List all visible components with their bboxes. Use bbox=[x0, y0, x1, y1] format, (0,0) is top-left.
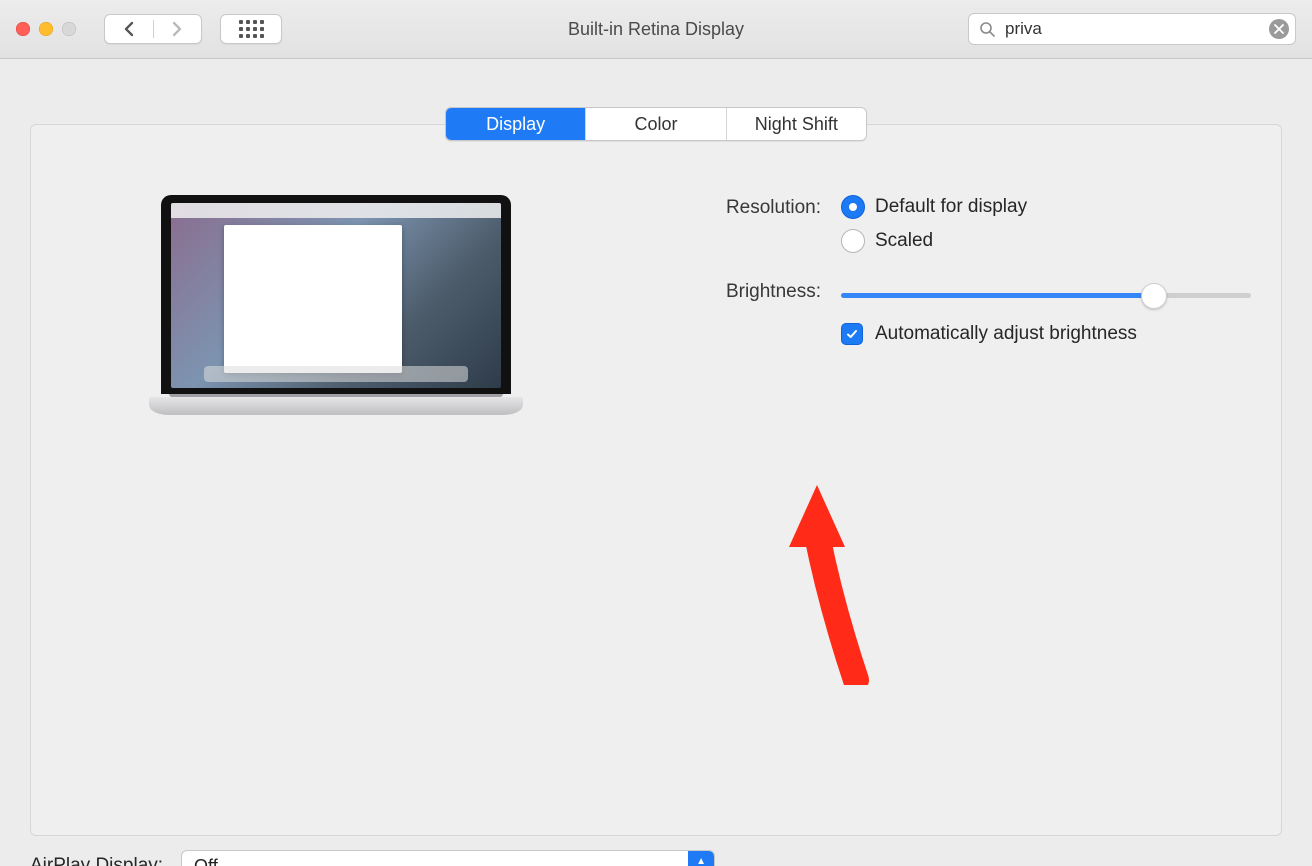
auto-brightness-label: Automatically adjust brightness bbox=[875, 323, 1137, 345]
brightness-label: Brightness: bbox=[651, 279, 821, 303]
tab-display[interactable]: Display bbox=[446, 108, 585, 140]
tab-bar: Display Color Night Shift bbox=[445, 107, 867, 141]
brightness-slider[interactable] bbox=[841, 283, 1251, 307]
settings-panel: Resolution: Default for display Scaled bbox=[30, 124, 1282, 836]
resolution-label: Resolution: bbox=[651, 195, 821, 219]
search-icon bbox=[979, 21, 995, 37]
panel-footer: AirPlay Display: Off ▲▼ Show mirroring o… bbox=[30, 850, 1282, 866]
search-field[interactable] bbox=[968, 13, 1296, 45]
nav-back-forward bbox=[104, 14, 202, 44]
back-button[interactable] bbox=[105, 21, 153, 37]
laptop-graphic bbox=[161, 195, 511, 415]
auto-brightness-checkbox[interactable]: Automatically adjust brightness bbox=[841, 323, 1251, 345]
radio-selected-icon bbox=[841, 195, 865, 219]
grid-icon bbox=[239, 20, 264, 38]
slider-thumb[interactable] bbox=[1141, 283, 1167, 309]
minimize-window-button[interactable] bbox=[39, 22, 53, 36]
forward-button[interactable] bbox=[154, 21, 202, 37]
window-toolbar: Built-in Retina Display bbox=[0, 0, 1312, 59]
chevron-right-icon bbox=[171, 21, 183, 37]
resolution-scaled-radio[interactable]: Scaled bbox=[841, 229, 1251, 253]
select-stepper-icon: ▲▼ bbox=[688, 851, 714, 866]
show-all-button[interactable] bbox=[220, 14, 282, 44]
clear-search-button[interactable] bbox=[1269, 19, 1289, 39]
toolbar-nav-group bbox=[104, 14, 282, 44]
display-preview bbox=[161, 195, 511, 415]
window-body: Display Color Night Shift bbox=[0, 59, 1312, 866]
airplay-label: AirPlay Display: bbox=[30, 855, 163, 866]
resolution-default-label: Default for display bbox=[875, 196, 1027, 218]
display-settings: Resolution: Default for display Scaled bbox=[651, 195, 1251, 415]
tab-color[interactable]: Color bbox=[585, 108, 725, 140]
chevron-left-icon bbox=[123, 21, 135, 37]
resolution-scaled-label: Scaled bbox=[875, 230, 933, 252]
tab-night-shift[interactable]: Night Shift bbox=[726, 108, 866, 140]
x-icon bbox=[1274, 24, 1284, 34]
zoom-window-button bbox=[62, 22, 76, 36]
airplay-value: Off bbox=[194, 856, 218, 866]
annotation-arrow-icon bbox=[781, 485, 891, 685]
radio-unselected-icon bbox=[841, 229, 865, 253]
window-controls bbox=[16, 22, 76, 36]
checkbox-checked-icon bbox=[841, 323, 863, 345]
check-icon bbox=[846, 328, 858, 340]
search-input[interactable] bbox=[1003, 18, 1261, 40]
resolution-default-radio[interactable]: Default for display bbox=[841, 195, 1251, 219]
airplay-display-select[interactable]: Off ▲▼ bbox=[181, 850, 715, 866]
close-window-button[interactable] bbox=[16, 22, 30, 36]
